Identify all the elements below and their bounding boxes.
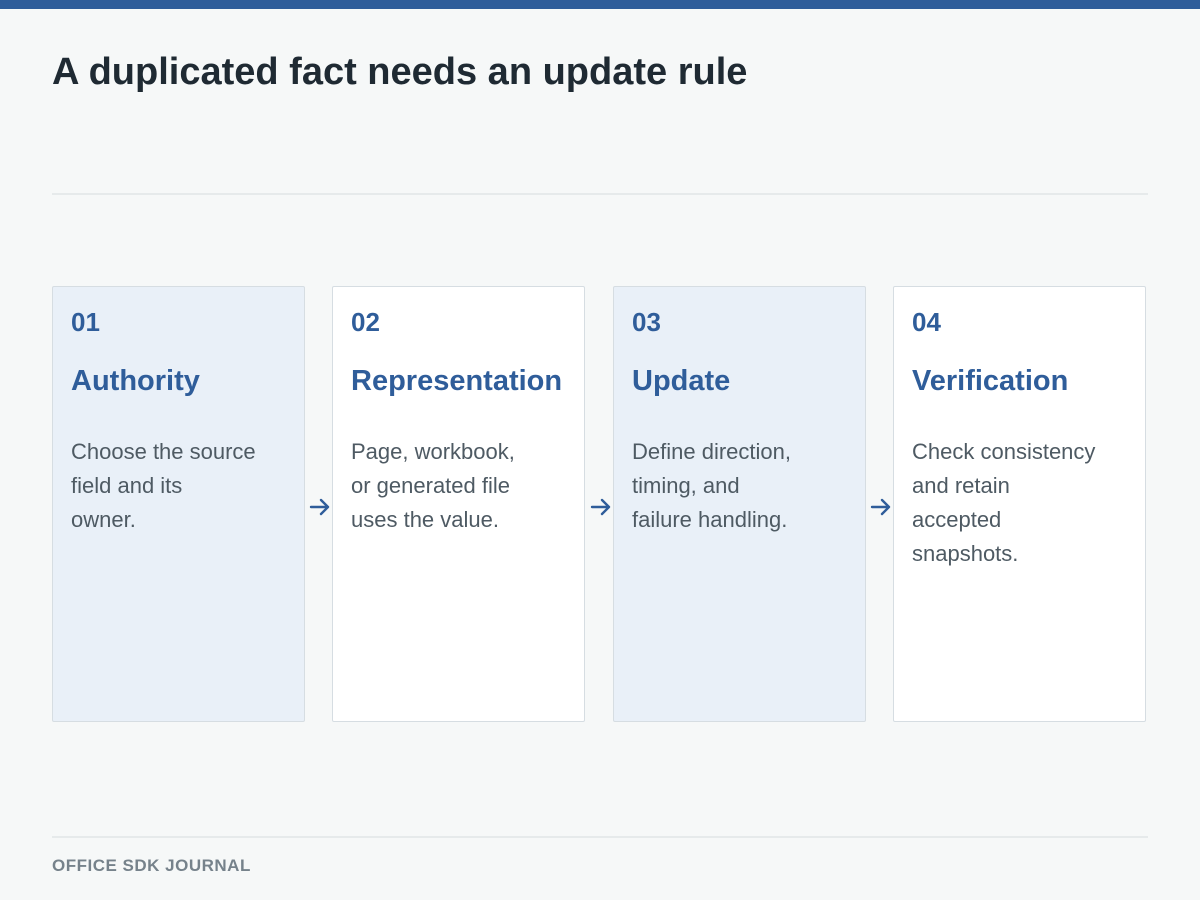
step-description-line: failure handling. — [632, 507, 788, 532]
step-description-line: Choose the source — [71, 439, 256, 464]
step-description: Define direction, timing, and failure ha… — [632, 435, 858, 537]
header-divider — [52, 193, 1148, 195]
step-number: 04 — [912, 307, 941, 337]
step-description: Check consistency and retain accepted sn… — [912, 435, 1138, 571]
step-card-representation: 02 Representation Page, workbook, or gen… — [332, 286, 585, 722]
step-description-line: and retain — [912, 473, 1010, 498]
step-description-line: uses the value. — [351, 507, 499, 532]
step-title: Verification — [912, 365, 1069, 397]
footer-label: OFFICE SDK JOURNAL — [52, 856, 251, 875]
page-title: A duplicated fact needs an update rule — [52, 51, 748, 93]
arrow-right-icon — [309, 498, 330, 516]
step-description-line: snapshots. — [912, 541, 1019, 566]
step-description-line: accepted — [912, 507, 1002, 532]
step-description-line: or generated file — [351, 473, 510, 498]
step-description-line: field and its — [71, 473, 183, 498]
step-card-authority: 01 Authority Choose the source field and… — [52, 286, 305, 722]
step-title: Representation — [351, 365, 563, 397]
step-number: 01 — [71, 307, 100, 337]
step-number: 03 — [632, 307, 661, 337]
top-accent-bar — [0, 0, 1200, 9]
step-description: Choose the source field and its owner. — [71, 435, 297, 537]
step-description-line: owner. — [71, 507, 136, 532]
step-description: Page, workbook, or generated file uses t… — [351, 435, 577, 537]
step-card-update: 03 Update Define direction, timing, and … — [613, 286, 866, 722]
arrow-right-icon — [870, 498, 891, 516]
step-title: Update — [632, 365, 731, 397]
step-description-line: timing, and — [632, 473, 740, 498]
step-card-verification: 04 Verification Check consistency and re… — [893, 286, 1146, 722]
step-description-line: Define direction, — [632, 439, 791, 464]
footer-divider — [52, 836, 1148, 838]
arrow-right-icon — [590, 498, 611, 516]
step-number: 02 — [351, 307, 380, 337]
step-description-line: Check consistency — [912, 439, 1096, 464]
step-title: Authority — [71, 365, 200, 397]
step-description-line: Page, workbook, — [351, 439, 515, 464]
